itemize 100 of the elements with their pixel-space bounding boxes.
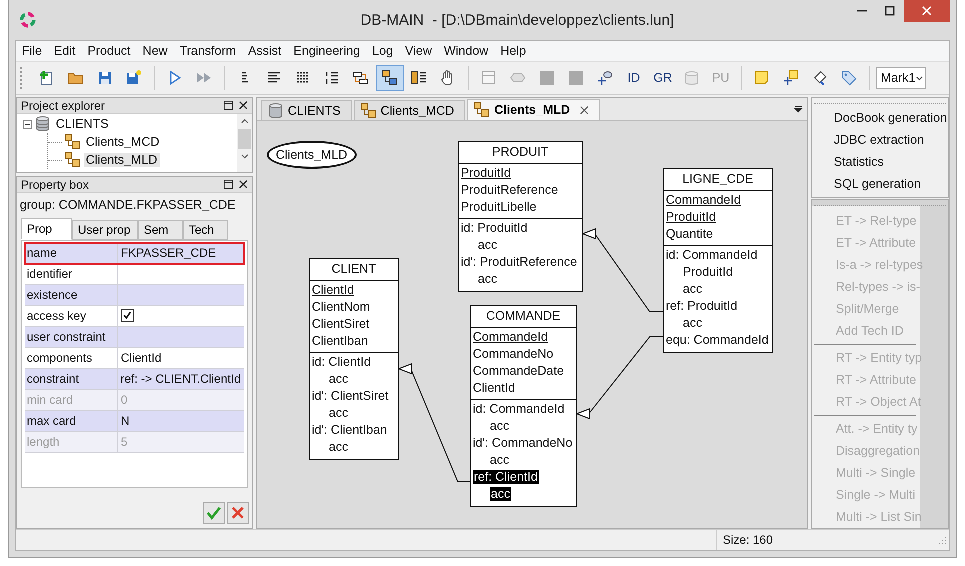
group-constraint[interactable]: ref: ProduitId xyxy=(666,299,738,313)
sticky-cross-icon xyxy=(783,70,799,86)
schema-icon xyxy=(474,102,490,118)
group-constraint[interactable]: ProduitId xyxy=(683,265,734,279)
property-label: access key xyxy=(25,306,118,326)
document-tab[interactable]: CLIENTS xyxy=(261,100,352,120)
tab[interactable]: Prop xyxy=(21,218,72,240)
tree-item[interactable]: Clients_MCD xyxy=(84,135,162,149)
menu-item[interactable]: Assist xyxy=(248,44,282,58)
group-constraint[interactable]: acc xyxy=(490,453,510,467)
schema-label[interactable]: Clients_MLD xyxy=(267,141,357,169)
menu-item[interactable]: Transform xyxy=(180,44,236,58)
toolbar-button[interactable] xyxy=(376,65,404,91)
database-icon xyxy=(268,102,284,118)
entity-name: COMMANDE xyxy=(471,306,576,328)
scrollbar[interactable] xyxy=(237,114,252,172)
menu-item[interactable]: Engineering xyxy=(294,44,360,58)
restore-icon[interactable] xyxy=(224,180,233,189)
minimize-icon xyxy=(856,10,867,12)
processor-item[interactable]: Statistics xyxy=(812,151,948,173)
window-title: DB-MAIN - [D:\DBmain\developpez\clients.lun] xyxy=(360,12,674,28)
menu-item[interactable]: Log xyxy=(372,44,394,58)
scroll-up-icon[interactable] xyxy=(240,119,248,124)
property-value[interactable]: ref: -> CLIENT.ClientId xyxy=(118,369,244,389)
group-constraint[interactable]: acc xyxy=(490,419,510,433)
cross-icon xyxy=(230,505,246,521)
numbered-lines-icon xyxy=(324,70,340,86)
group-constraint[interactable]: id': ClientSiret xyxy=(312,389,389,403)
property-value[interactable]: FKPASSER_CDE xyxy=(118,243,244,263)
entity-name: CLIENT xyxy=(310,259,398,281)
menu-item[interactable]: File xyxy=(22,44,42,58)
menu-item[interactable]: Product xyxy=(88,44,131,58)
menu-item[interactable]: View xyxy=(405,44,432,58)
attribute: ProduitId xyxy=(666,209,718,226)
processor-item[interactable]: DocBook generation xyxy=(812,107,948,129)
square-icon xyxy=(568,70,584,86)
resize-grip-icon[interactable] xyxy=(939,536,947,544)
group-constraint[interactable]: id: ClientId xyxy=(312,355,372,369)
close-icon xyxy=(922,6,932,16)
mark-dropdown[interactable]: Mark1 xyxy=(876,67,926,89)
restore-icon[interactable] xyxy=(224,101,233,110)
group-constraint[interactable]: equ: CommandeId xyxy=(666,333,769,347)
group-constraint[interactable]: id': ProduitReference xyxy=(461,255,578,269)
menu-item[interactable]: Edit xyxy=(54,44,76,58)
group-constraint[interactable]: acc xyxy=(683,282,702,296)
tab-list-icon[interactable] xyxy=(794,106,803,113)
entity-box[interactable]: PRODUIT ProduitId ProduitReference ProduitLibelle id: ProduitId acc id': ProduitReference acc xyxy=(458,141,583,292)
scroll-thumb[interactable] xyxy=(238,129,251,149)
schema-icon xyxy=(65,152,81,168)
property-value[interactable]: ClientId xyxy=(118,348,244,368)
group-constraint[interactable]: acc xyxy=(329,440,348,454)
close-button[interactable] xyxy=(904,0,950,22)
entity-box[interactable]: LIGNE_CDE CommandeId ProduitId Quantite id: CommandeId ProduitId acc ref: ProduitId acc equ: CommandeId xyxy=(663,168,773,353)
checkbox[interactable] xyxy=(121,309,134,322)
processor-item[interactable]: JDBC extraction xyxy=(812,129,948,151)
entity-box[interactable]: COMMANDE CommandeId CommandeNo CommandeDate ClientId id: CommandeId acc id': CommandeNo acc ref: ClientId acc xyxy=(470,305,577,507)
object-name: group: COMMANDE.FKPASSER_CDE xyxy=(19,197,237,214)
group-constraint[interactable]: id: CommandeId xyxy=(473,402,565,416)
entity-name: PRODUIT xyxy=(459,142,582,164)
property-label: length xyxy=(25,432,118,452)
tag-icon xyxy=(841,70,857,86)
panel-title: Project explorer xyxy=(21,98,106,112)
close-icon[interactable] xyxy=(239,180,248,189)
group-constraint[interactable]: acc xyxy=(329,372,348,386)
cancel-button[interactable] xyxy=(227,502,249,524)
group-constraint[interactable]: ref: ClientId xyxy=(473,470,539,484)
group-constraint[interactable]: acc xyxy=(329,406,348,420)
scroll-down-icon[interactable] xyxy=(240,154,248,159)
tab[interactable]: Tech xyxy=(183,220,228,240)
column-lines-icon xyxy=(411,70,427,86)
group-constraint[interactable]: acc xyxy=(683,316,702,330)
group-constraint[interactable]: acc xyxy=(478,238,498,252)
collapse-icon[interactable] xyxy=(23,120,32,128)
group-constraint[interactable]: acc xyxy=(478,272,498,286)
group-constraint[interactable]: id: CommandeId xyxy=(666,248,758,262)
close-icon[interactable] xyxy=(580,106,590,114)
entity-box[interactable]: CLIENT ClientId ClientNom ClientSiret ClientIban id: ClientId acc id': ClientSiret acc id': ClientIban acc xyxy=(309,258,399,460)
menu-item[interactable]: New xyxy=(142,44,168,58)
tree-item[interactable]: CLIENTS xyxy=(54,117,111,131)
tab[interactable]: User prop xyxy=(72,220,138,240)
menu-item[interactable]: Help xyxy=(500,44,526,58)
attribute: ClientId xyxy=(473,380,516,397)
toolbar-button[interactable]: GR xyxy=(649,65,677,91)
menu-item[interactable]: Window xyxy=(444,44,489,58)
apply-button[interactable] xyxy=(203,502,225,524)
property-value[interactable]: N xyxy=(118,411,244,431)
schema-icon xyxy=(360,102,377,118)
property-label: components xyxy=(25,348,118,368)
close-icon[interactable] xyxy=(239,101,248,110)
group-constraint[interactable]: id: ProduitId xyxy=(461,221,528,235)
attribute: CommandeId xyxy=(473,329,550,346)
processor-item[interactable]: SQL generation xyxy=(812,173,948,195)
document-tab[interactable]: Clients_MCD xyxy=(354,100,466,120)
toolbar-button[interactable]: ID xyxy=(620,65,648,91)
group-constraint[interactable]: id': ClientIban xyxy=(312,423,388,437)
group-constraint[interactable]: acc xyxy=(490,487,512,501)
tree-item[interactable]: Clients_MLD xyxy=(84,153,160,167)
group-constraint[interactable]: id': CommandeNo xyxy=(473,436,573,450)
document-tab[interactable]: Clients_MLD xyxy=(467,99,600,120)
tab[interactable]: Sem xyxy=(138,220,183,240)
